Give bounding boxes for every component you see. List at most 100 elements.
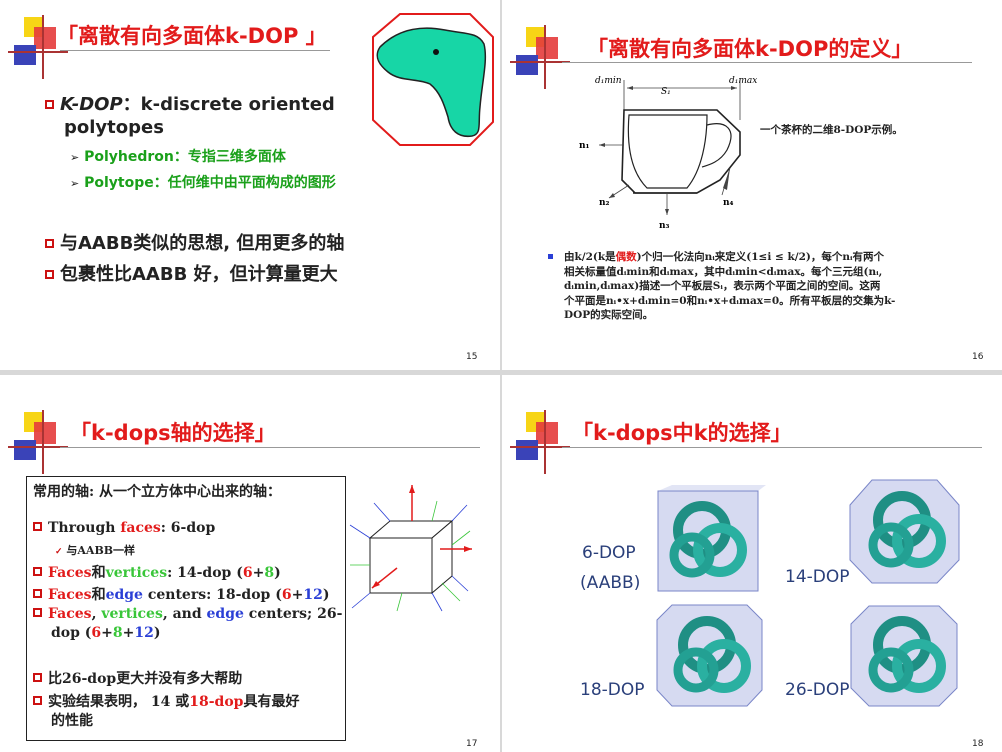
definition-text: )个归一化法向nᵢ来定义(1≤i ≤ k/2)，每个nᵢ有两个 — [636, 251, 884, 263]
slide-17: 「k-dops轴的选择」 常用的轴: 从一个立方体中心出来的轴： Through… — [0, 375, 500, 752]
slide-title: 「离散有向多面体k-DOP 」 — [57, 24, 327, 48]
bullet-icon — [33, 567, 42, 576]
axes-text: edge — [206, 606, 244, 622]
bullet-text: 包裹性比AABB 好，但计算量更大 — [60, 264, 338, 285]
definition-line: DOP的实际空间。 — [564, 309, 654, 321]
bullet-icon — [548, 254, 553, 259]
knot-18dop-figure — [656, 604, 763, 707]
slide-decoration-icon — [510, 410, 570, 474]
axes-text: 比26-dop更大并没有多大帮助 — [48, 671, 243, 687]
diagram-label: d₁max — [729, 76, 757, 86]
slide-decoration-icon — [510, 25, 570, 89]
page-number: 18 — [972, 739, 984, 749]
axes-text: 与AABB一样 — [66, 544, 136, 557]
axes-text: + — [252, 565, 265, 581]
axes-text: 18-dop — [189, 694, 244, 710]
slide-title: 「k-dops轴的选择」 — [70, 421, 276, 445]
axes-text: Faces — [48, 565, 92, 581]
axes-text: edge — [105, 587, 143, 603]
slide-15: 「离散有向多面体k-DOP 」 K-DOP：k-discrete oriente… — [0, 0, 500, 370]
axes-text: : 6-dop — [160, 520, 216, 536]
axes-text: + — [122, 625, 135, 641]
arrow-icon: ➢ — [70, 177, 80, 190]
diagram-label: n₂ — [599, 198, 610, 208]
bullet-icon — [33, 522, 42, 531]
bullet-icon — [33, 589, 42, 598]
definition-paragraph: 由k/2(k是偶数)个归一化法向nᵢ来定义(1≤i ≤ k/2)，每个nᵢ有两个… — [548, 250, 896, 323]
bullet-aabb-better: 包裹性比AABB 好，但计算量更大 — [45, 260, 338, 286]
axes-item-results-cont: 的性能 — [51, 713, 93, 729]
diagram-label: d₁min — [595, 76, 622, 86]
axes-text: Through — [48, 520, 121, 536]
diagram-label: n₁ — [579, 141, 590, 151]
axes-text: faces — [120, 520, 161, 536]
teacup-8dop-diagram: d₁min d₁max S₁ n₁ n₂ n₃ n₄ — [579, 76, 757, 231]
bullet-text: 与AABB类似的思想, 但用更多的轴 — [60, 233, 345, 254]
slide-title: 「k-dops中k的选择」 — [572, 421, 792, 445]
teacup-caption: 一个茶杯的二维8-DOP示例。 — [760, 124, 903, 136]
label-6dop: 6-DOP — [582, 543, 636, 563]
axes-text: + — [101, 625, 113, 641]
label-6dop-aabb: (AABB) — [580, 573, 641, 593]
axes-text: vertices — [101, 606, 163, 622]
definition-line: 相关标量值dᵢmin和dᵢmax，其中dᵢmin<dᵢmax。每个三元组(nᵢ, — [564, 265, 883, 278]
sub-bullet-text: Polytope：任何维中由平面构成的图形 — [84, 175, 336, 191]
axes-text: 6 — [281, 587, 292, 603]
axes-item-26dop-cont: dop (6+8+12) — [51, 625, 161, 641]
bullet-kdop-cont: polytopes — [64, 117, 164, 138]
bullet-icon — [33, 608, 42, 617]
diagram-label: n₄ — [723, 198, 734, 208]
axes-text: ) — [322, 587, 330, 603]
title-rule — [60, 50, 330, 51]
page-number: 16 — [972, 352, 984, 362]
axes-text: 具有最好 — [243, 694, 300, 710]
axes-item-18dop: Faces和edge centers: 18-dop (6+12) — [33, 584, 329, 604]
label-18dop: 18-DOP — [580, 680, 645, 700]
definition-line: dᵢmin,dᵢmax)描述一个平板层Sᵢ，表示两个平面之间的空间。这两 — [564, 280, 881, 292]
bullet-icon — [33, 673, 42, 682]
axes-item-26dop: Faces, vertices, and edge centers; 26- — [33, 606, 342, 622]
axes-item-results: 实验结果表明， 14 或18-dop具有最好 — [33, 691, 299, 711]
bullet-text: K-DOP — [60, 94, 123, 115]
axes-heading: 常用的轴: 从一个立方体中心出来的轴： — [33, 484, 282, 500]
check-icon: ✓ — [55, 547, 63, 557]
axes-text: Faces — [48, 587, 92, 603]
axes-text: vertices — [105, 565, 168, 581]
knot-14dop-figure — [849, 479, 960, 584]
title-rule — [562, 447, 982, 448]
axes-text: , — [91, 606, 102, 622]
axes-text: 12 — [134, 625, 154, 641]
axes-text: + — [291, 587, 304, 603]
bullet-text: ：k-discrete oriented — [122, 94, 335, 115]
bullet-icon — [45, 270, 54, 279]
sub-bullet-text: Polyhedron：专指三维多面体 — [84, 149, 286, 165]
axes-text: 8 — [112, 625, 123, 641]
slide-16: 「离散有向多面体k-DOP的定义」 d₁min d₁max S₁ n₁ n₂ n… — [502, 0, 1002, 370]
axes-item-faces: Through faces: 6-dop — [33, 520, 215, 536]
knot-6dop-figure — [657, 485, 766, 592]
kdop-shape-figure — [372, 13, 494, 146]
axes-item-14dop: Faces和vertices: 14-dop (6+8) — [33, 562, 281, 582]
bullet-aabb-similar: 与AABB类似的思想, 但用更多的轴 — [45, 229, 344, 255]
label-14dop: 14-DOP — [785, 567, 850, 587]
definition-line: 个平面是nᵢ•x+dᵢmin=0和nᵢ•x+dᵢmax=0。所有平板层的交集为k… — [564, 294, 896, 307]
axes-item-larger: 比26-dop更大并没有多大帮助 — [33, 668, 242, 688]
axes-text: ) — [153, 625, 161, 641]
page-number: 15 — [466, 352, 478, 362]
definition-text: 偶数 — [615, 251, 637, 263]
title-rule — [60, 447, 480, 448]
bullet-icon — [45, 100, 54, 109]
axes-text: 6 — [242, 565, 253, 581]
definition-line: 由k/2(k是偶数)个归一化法向nᵢ来定义(1≤i ≤ k/2)，每个nᵢ有两个 — [564, 250, 895, 265]
label-26dop: 26-DOP — [785, 680, 850, 700]
slide-decoration-icon — [8, 410, 68, 474]
definition-text: 由k/2(k是 — [564, 251, 616, 263]
axes-text: 12 — [303, 587, 323, 603]
arrow-icon: ➢ — [70, 151, 80, 164]
axes-text: : 14-dop ( — [167, 565, 243, 581]
diagram-label: S₁ — [661, 87, 671, 97]
cube-axes-figure — [349, 485, 472, 612]
knot-26dop-figure — [850, 605, 958, 707]
axes-subitem: ✓ 与AABB一样 — [55, 542, 135, 558]
slide-title: 「离散有向多面体k-DOP的定义」 — [587, 37, 913, 61]
